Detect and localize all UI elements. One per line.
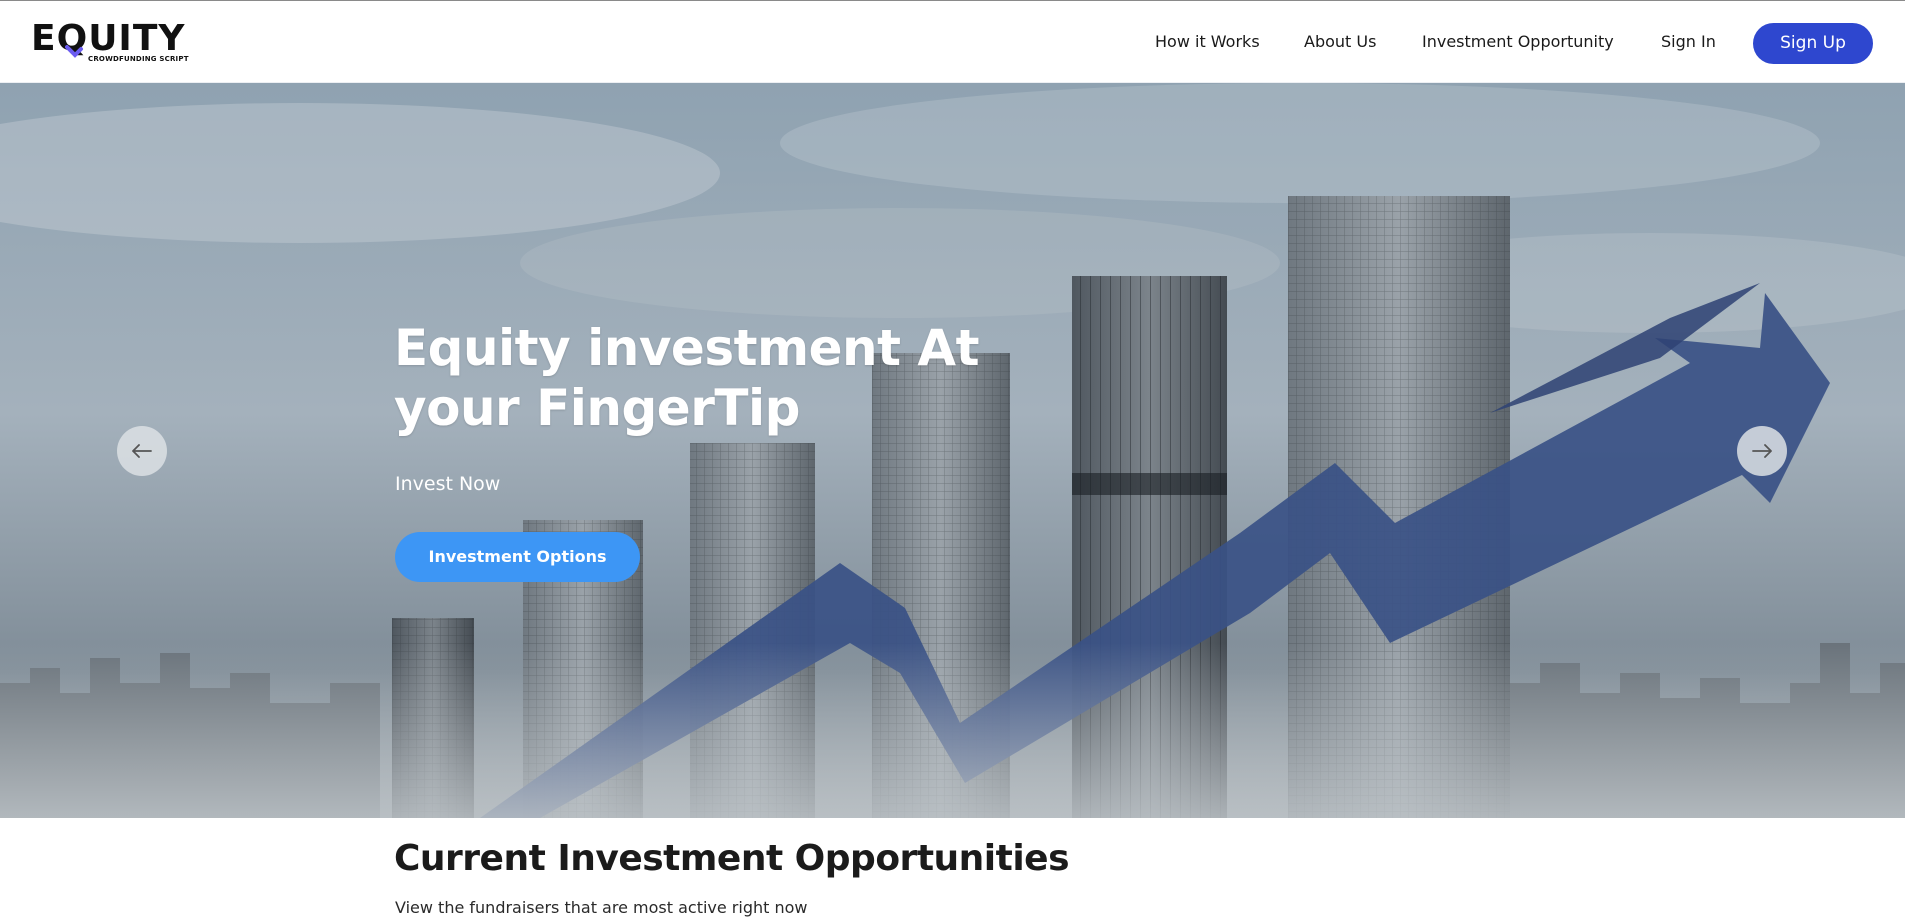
logo-wordmark: EQUITY [31,18,186,59]
hero-slider: Equity investment At your FingerTip Inve… [0,83,1905,818]
logo-accent-icon [65,45,83,58]
arrow-right-icon [1752,444,1772,458]
nav-how-it-works[interactable]: How it Works [1155,21,1260,63]
hero-title: Equity investment At your FingerTip [394,319,980,437]
arrow-left-icon [132,444,152,458]
logo-subtext: CROWDFUNDING SCRIPT [88,55,189,63]
hero-subtitle: Invest Now [395,473,501,495]
section-subtitle: View the fundraisers that are most activ… [395,898,808,917]
investment-options-button[interactable]: Investment Options [395,532,640,582]
nav-about-us[interactable]: About Us [1304,21,1376,63]
logo[interactable]: EQUITY CROWDFUNDING SCRIPT [31,19,188,67]
nav-sign-in[interactable]: Sign In [1661,21,1716,63]
carousel-prev-button[interactable] [117,426,167,476]
section-title: Current Investment Opportunities [394,838,1070,879]
nav-investment-opportunity[interactable]: Investment Opportunity [1422,21,1614,63]
carousel-next-button[interactable] [1737,426,1787,476]
hero-background-image [0,83,1905,818]
sign-up-button[interactable]: Sign Up [1753,23,1873,64]
site-header: EQUITY CROWDFUNDING SCRIPT How it Works … [0,1,1905,83]
